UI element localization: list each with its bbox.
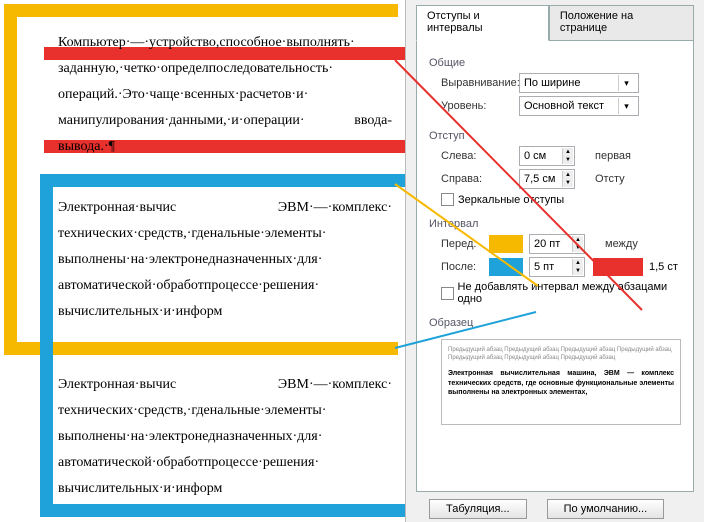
indent-right-spinner[interactable]: 7,5 см ▲▼ (519, 169, 575, 189)
linespacing-value: 1,5 ст (649, 261, 678, 273)
indent-right-label: Справа: (429, 173, 519, 185)
mirror-label: Зеркальные отступы (458, 194, 564, 206)
spinner-arrows-icon: ▲▼ (572, 259, 583, 275)
spinner-arrows-icon: ▲▼ (562, 171, 573, 187)
highlight-swatch-blue (489, 258, 523, 276)
highlight-swatch-red (593, 258, 643, 276)
first-line-label: первая (595, 150, 631, 162)
tab-position[interactable]: Положение на странице (549, 5, 694, 41)
tabs-button[interactable]: Табуляция... (429, 499, 527, 519)
paragraph-2[interactable]: Электронная·вычис ЭВМ·—·комплекс· технич… (58, 195, 392, 325)
level-combo[interactable]: Основной текст (519, 96, 639, 116)
chevron-down-icon (618, 98, 634, 114)
indent-left-label: Слева: (429, 150, 519, 162)
level-label: Уровень: (429, 100, 519, 112)
spinner-arrows-icon: ▲▼ (572, 236, 583, 252)
chevron-down-icon (618, 75, 634, 91)
indent-left-spinner[interactable]: 0 см ▲▼ (519, 146, 575, 166)
before-spinner[interactable]: 20 пт ▲▼ (529, 234, 585, 254)
tab-indents[interactable]: Отступы и интервалы (416, 5, 549, 41)
before-label: Перед: (429, 238, 489, 250)
after-value: 5 пт (534, 261, 554, 273)
checkbox-icon (441, 287, 454, 300)
default-button[interactable]: По умолчанию... (547, 499, 665, 519)
preview-box: Предыдущий абзац Предыдущий абзац Предыд… (441, 339, 681, 425)
document-area: Компьютер·—·устройство,способное·выполня… (0, 0, 403, 522)
tab-panel: Общие Выравнивание: По ширине Уровень: О… (416, 40, 694, 492)
highlight-swatch-yellow (489, 235, 523, 253)
mirror-checkbox[interactable]: Зеркальные отступы (441, 193, 685, 206)
before-value: 20 пт (534, 238, 560, 250)
indent-right-value: 7,5 см (524, 173, 555, 185)
no-space-label: Не добавлять интервал между абзацами одн… (458, 281, 685, 305)
first-by-label: Отсту (595, 173, 625, 185)
paragraph-1[interactable]: Компьютер·—·устройство,способное·выполня… (58, 30, 392, 160)
group-indent-title: Отступ (429, 130, 685, 142)
spinner-arrows-icon: ▲▼ (562, 148, 573, 164)
alignment-label: Выравнивание: (429, 77, 519, 89)
after-spinner[interactable]: 5 пт ▲▼ (529, 257, 585, 277)
group-sample-title: Образец (429, 317, 685, 329)
no-space-checkbox[interactable]: Не добавлять интервал между абзацами одн… (441, 281, 685, 305)
level-value: Основной текст (524, 100, 604, 112)
checkbox-icon (441, 193, 454, 206)
tab-strip: Отступы и интервалы Положение на страниц… (406, 0, 704, 40)
preview-bold: Электронная вычислительная машина, ЭВМ —… (448, 369, 674, 398)
paragraph-dialog: Отступы и интервалы Положение на страниц… (405, 0, 704, 522)
indent-left-value: 0 см (524, 150, 546, 162)
linespacing-label: между (605, 238, 638, 250)
after-label: После: (429, 261, 489, 273)
alignment-value: По ширине (524, 77, 581, 89)
preview-gray1: Предыдущий абзац Предыдущий абзац Предыд… (448, 346, 674, 363)
dialog-buttons: Табуляция... По умолчанию... (417, 499, 693, 519)
group-interval-title: Интервал (429, 218, 685, 230)
group-common-title: Общие (429, 57, 685, 69)
paragraph-3[interactable]: Электронная·вычис ЭВМ·—·комплекс· технич… (58, 372, 392, 502)
alignment-combo[interactable]: По ширине (519, 73, 639, 93)
